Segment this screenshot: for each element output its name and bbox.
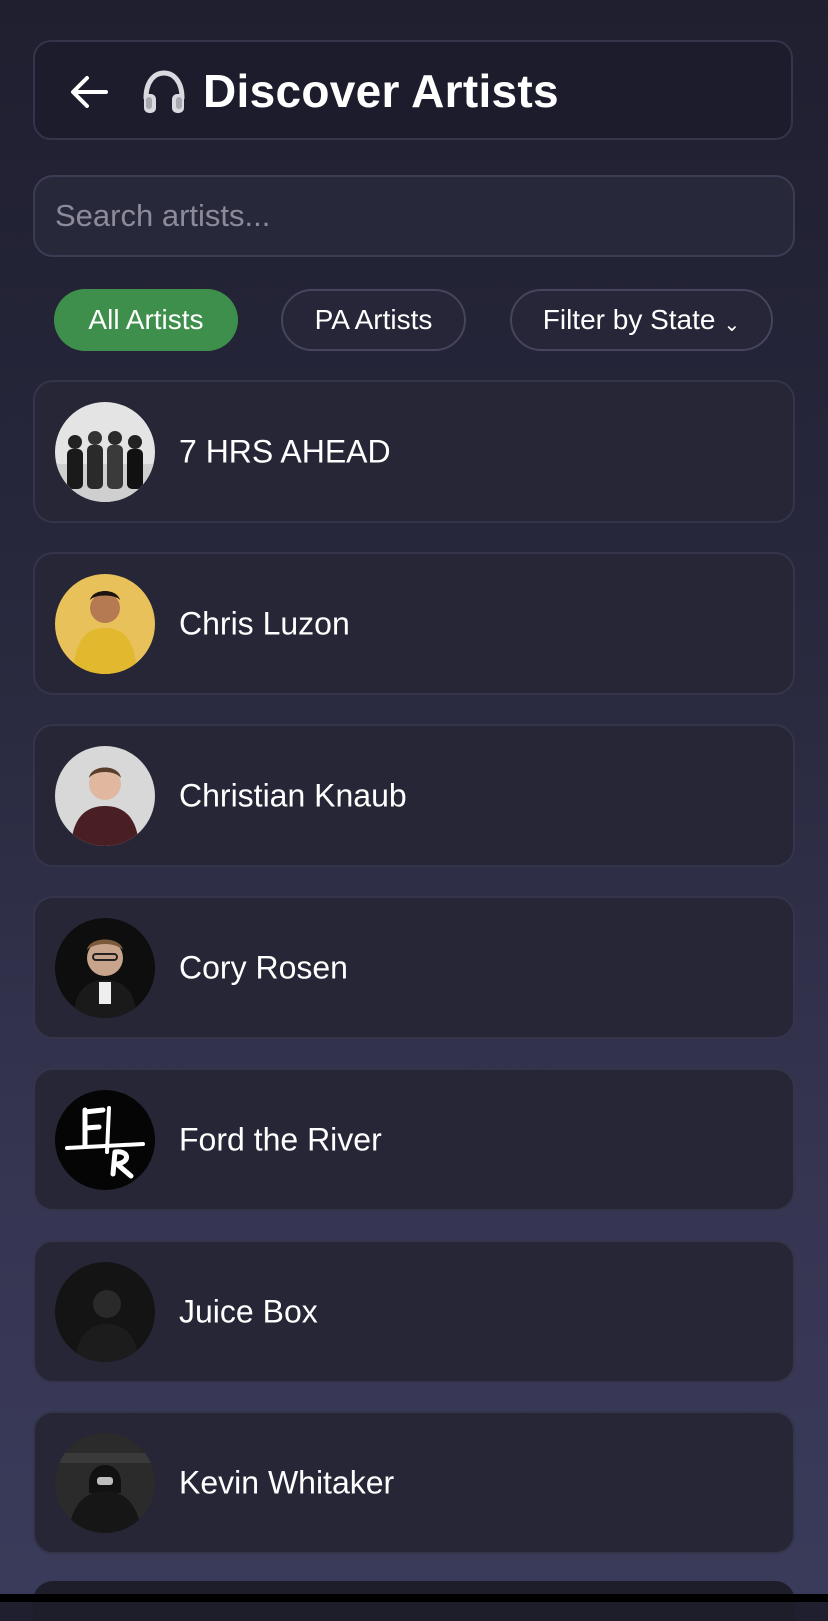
- filter-by-state-dropdown[interactable]: Filter by State ⌄: [510, 289, 773, 351]
- artist-card[interactable]: Ford the River: [33, 1068, 795, 1211]
- filter-all-artists[interactable]: All Artists: [54, 289, 238, 351]
- artist-name: Ford the River: [179, 1121, 382, 1157]
- artist-avatar: [55, 918, 155, 1018]
- artist-card[interactable]: Juice Box: [33, 1240, 795, 1383]
- artist-name: Juice Box: [179, 1293, 318, 1329]
- artist-avatar: [55, 746, 155, 846]
- artist-name: 7 HRS AHEAD: [179, 433, 391, 469]
- artist-name: Cory Rosen: [179, 949, 348, 985]
- screen-bottom-edge: [0, 1594, 828, 1602]
- artist-name: Chris Luzon: [179, 605, 350, 641]
- filter-all-label: All Artists: [88, 304, 204, 335]
- artist-name: Kevin Whitaker: [179, 1464, 395, 1500]
- headphones-icon: [143, 70, 185, 113]
- back-button[interactable]: [69, 72, 109, 112]
- artist-avatar: [55, 402, 155, 502]
- artist-card[interactable]: Christian Knaub: [33, 724, 795, 867]
- artist-avatar: [55, 1433, 155, 1533]
- artist-card[interactable]: Chris Luzon: [33, 552, 795, 695]
- artist-avatar: [55, 1090, 155, 1190]
- artist-name: Christian Knaub: [179, 777, 407, 813]
- search-input[interactable]: [33, 175, 795, 257]
- artist-card[interactable]: Cory Rosen: [33, 896, 795, 1039]
- filter-state-label: Filter by State: [542, 304, 716, 335]
- artist-avatar: [55, 574, 155, 674]
- artist-avatar: [55, 1262, 155, 1362]
- filter-pa-artists[interactable]: PA Artists: [281, 289, 466, 351]
- page-title: Discover Artists: [203, 65, 559, 117]
- arrow-left-icon: [71, 76, 108, 108]
- filter-pa-label: PA Artists: [314, 304, 433, 335]
- header-bar: Discover Artists: [33, 40, 793, 140]
- artist-card[interactable]: 7 HRS AHEAD: [33, 380, 795, 523]
- chevron-down-icon: ⌄: [723, 314, 741, 336]
- artist-card[interactable]: Kevin Whitaker: [33, 1411, 795, 1554]
